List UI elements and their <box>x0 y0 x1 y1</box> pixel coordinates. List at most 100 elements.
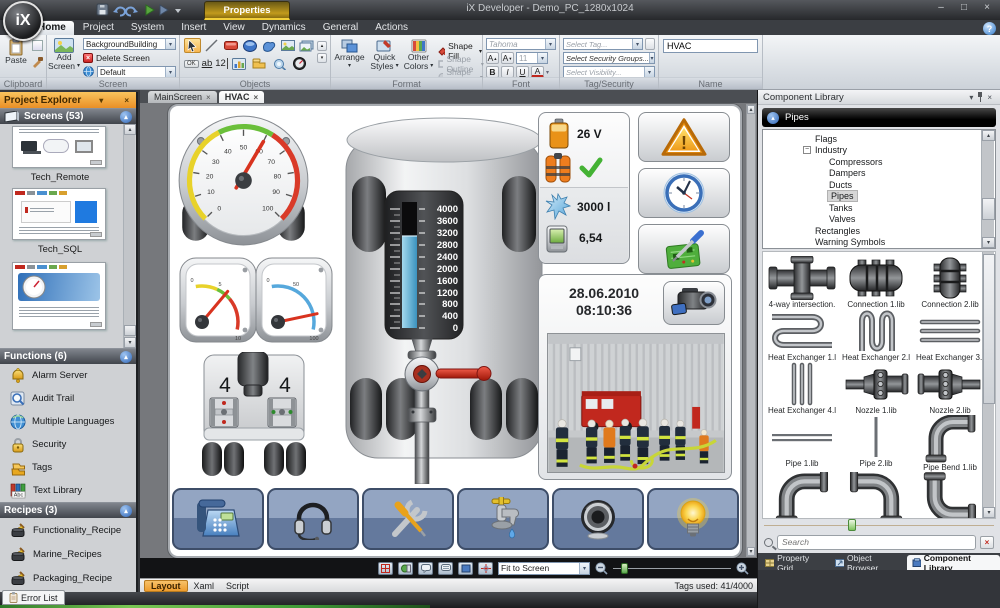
indicator-panel[interactable]: 26 V 3000 l 6,54 <box>538 112 630 264</box>
tab-object-browser[interactable]: Object Browser <box>830 555 905 570</box>
zoom-slider-handle[interactable] <box>621 563 628 574</box>
screen-thumbnail[interactable] <box>12 262 106 330</box>
scroll-down-icon[interactable]: ▾ <box>982 237 995 248</box>
close-tab-icon[interactable]: × <box>254 93 259 102</box>
size-slider-handle[interactable] <box>848 519 856 531</box>
shrink-font-button[interactable]: A▼ <box>501 52 514 64</box>
component-item[interactable]: Heat Exchanger 3.l <box>913 309 987 362</box>
analog-numeric-tool[interactable]: 12 <box>215 58 228 69</box>
button-tool[interactable]: OK <box>184 60 199 68</box>
show-grid-icon[interactable] <box>378 562 393 575</box>
objects-scroll-down[interactable]: ▾ <box>317 53 327 63</box>
show-comments-icon[interactable] <box>438 562 453 575</box>
ribbon-tab-system[interactable]: System <box>123 21 172 35</box>
error-list-tab[interactable]: Error List <box>2 590 65 605</box>
quick-access-toolbar[interactable] <box>96 3 196 17</box>
zoom-slider[interactable] <box>613 562 731 575</box>
snap-guides-icon[interactable] <box>478 562 493 575</box>
small-gauge-widget[interactable]: 0 50 100 <box>254 252 336 347</box>
component-item[interactable]: Connection 1.lib <box>839 256 913 309</box>
scroll-up-icon[interactable]: ▴ <box>124 124 136 135</box>
chevron-down-icon[interactable]: ▾ <box>165 39 175 49</box>
tree-scrollbar[interactable]: ▴ ▾ <box>981 130 994 248</box>
ribbon-tab-insert[interactable]: Insert <box>173 21 214 35</box>
camera-button[interactable] <box>663 281 725 325</box>
tree-item-rectangles[interactable]: Rectangles <box>763 225 995 237</box>
recipes-section-header[interactable]: Recipes (3) ▴ <box>0 502 136 518</box>
delete-screen-button[interactable]: × Delete Screen <box>83 53 150 63</box>
collapse-section-icon[interactable]: ▴ <box>120 351 132 363</box>
tab-layout[interactable]: Layout <box>144 580 188 592</box>
picture-tool[interactable] <box>279 38 296 53</box>
headset-button[interactable] <box>267 488 359 550</box>
show-tooltips-icon[interactable] <box>418 562 433 575</box>
component-item[interactable]: Pipe 2.lib <box>839 415 913 472</box>
tab-mainscreen[interactable]: MainScreen× <box>148 91 217 103</box>
zoom-in-icon[interactable] <box>736 562 749 575</box>
screen-thumbnail[interactable] <box>12 126 106 168</box>
meter-tool[interactable] <box>291 56 308 71</box>
scroll-down-icon[interactable]: ▾ <box>983 507 995 518</box>
close-tab-icon[interactable]: × <box>206 93 211 102</box>
object-name-input[interactable] <box>663 39 758 53</box>
ribbon-tab-actions[interactable]: Actions <box>367 21 416 35</box>
component-item[interactable]: 4-way intersection. <box>765 256 839 309</box>
panel-menu-icon[interactable]: ▾ <box>96 96 106 105</box>
rectangle-tool[interactable] <box>222 38 239 53</box>
component-item[interactable]: Nozzle 2.lib <box>913 362 987 415</box>
component-item[interactable]: Pipe 1.lib <box>765 415 839 472</box>
recipe-item[interactable]: Functionality_Recipe <box>0 518 136 542</box>
show-screen-bounds-icon[interactable] <box>458 562 473 575</box>
tree-item-ducts[interactable]: Ducts <box>763 179 995 191</box>
format-painter-button[interactable] <box>31 55 44 68</box>
text-tool[interactable]: ab <box>202 58 213 69</box>
gauge-widget[interactable]: 010 2030 4050 6070 8090 100 <box>176 112 311 247</box>
tree-item-industry[interactable]: −Industry <box>763 145 995 157</box>
line-tool[interactable] <box>203 38 220 53</box>
chevron-down-icon[interactable]: ▾ <box>546 69 549 76</box>
panel-close-icon[interactable]: × <box>121 96 132 105</box>
function-text-library[interactable]: Abc Text Library <box>0 479 136 502</box>
component-item[interactable]: Connection 2.lib <box>913 256 987 309</box>
quick-styles-button[interactable]: Quick Styles▾ <box>368 39 401 71</box>
scroll-down-icon[interactable]: ▾ <box>124 337 136 348</box>
arrange-button[interactable]: Arrange ▾ <box>333 39 366 71</box>
other-colors-button[interactable]: Other Colors▾ <box>402 39 435 71</box>
scroll-down-icon[interactable]: ▾ <box>747 547 755 556</box>
component-item[interactable] <box>913 472 987 519</box>
picture-album-tool[interactable] <box>298 38 315 53</box>
component-item[interactable] <box>765 472 839 519</box>
screen-name[interactable]: Tech_SQL <box>0 244 120 255</box>
grow-font-button[interactable]: A▲ <box>486 52 499 64</box>
zoom-mode-select[interactable]: Fit to Screen▾ <box>498 562 590 575</box>
tag-browse-button[interactable] <box>645 38 655 50</box>
function-multiple-languages[interactable]: Multiple Languages <box>0 410 136 433</box>
select-security-groups-select[interactable]: Select Security Groups...▾ <box>563 52 655 64</box>
function-audit-trail[interactable]: Audit Trail <box>0 387 136 410</box>
media-panel[interactable]: 28.06.2010 08:10:36 <box>538 274 732 480</box>
pointer-tool[interactable] <box>184 38 201 53</box>
paste-button[interactable]: Paste <box>3 38 29 65</box>
function-alarm-server[interactable]: Alarm Server <box>0 364 136 387</box>
ribbon-tab-general[interactable]: General <box>315 21 367 35</box>
tab-property-grid[interactable]: Property Grid <box>760 555 828 570</box>
component-item[interactable]: Heat Exchanger 4.l <box>765 362 839 415</box>
search-input[interactable] <box>777 535 976 550</box>
tab-component-library[interactable]: Component Library <box>907 555 1000 570</box>
scroll-thumb[interactable] <box>124 325 136 336</box>
function-tags[interactable]: Tags <box>0 456 136 479</box>
restore-button[interactable]: □ <box>957 2 971 14</box>
ribbon-tab-dynamics[interactable]: Dynamics <box>254 21 314 35</box>
collapse-category-icon[interactable]: ▴ <box>767 112 779 124</box>
browser-tool[interactable] <box>271 56 288 71</box>
category-bar[interactable]: ▴ Pipes <box>762 108 996 127</box>
collapse-section-icon[interactable]: ▴ <box>120 111 132 123</box>
chart-tool[interactable] <box>231 56 248 71</box>
ribbon-tab-view[interactable]: View <box>215 21 253 35</box>
tree-item-valves[interactable]: Valves <box>763 214 995 226</box>
scroll-up-icon[interactable]: ▴ <box>747 105 755 114</box>
scroll-thumb[interactable] <box>982 198 995 220</box>
components-scrollbar[interactable]: ▾ <box>982 252 994 518</box>
scroll-thumb[interactable] <box>983 254 995 404</box>
small-gauge-widget[interactable]: 0 5 10 <box>178 252 260 347</box>
